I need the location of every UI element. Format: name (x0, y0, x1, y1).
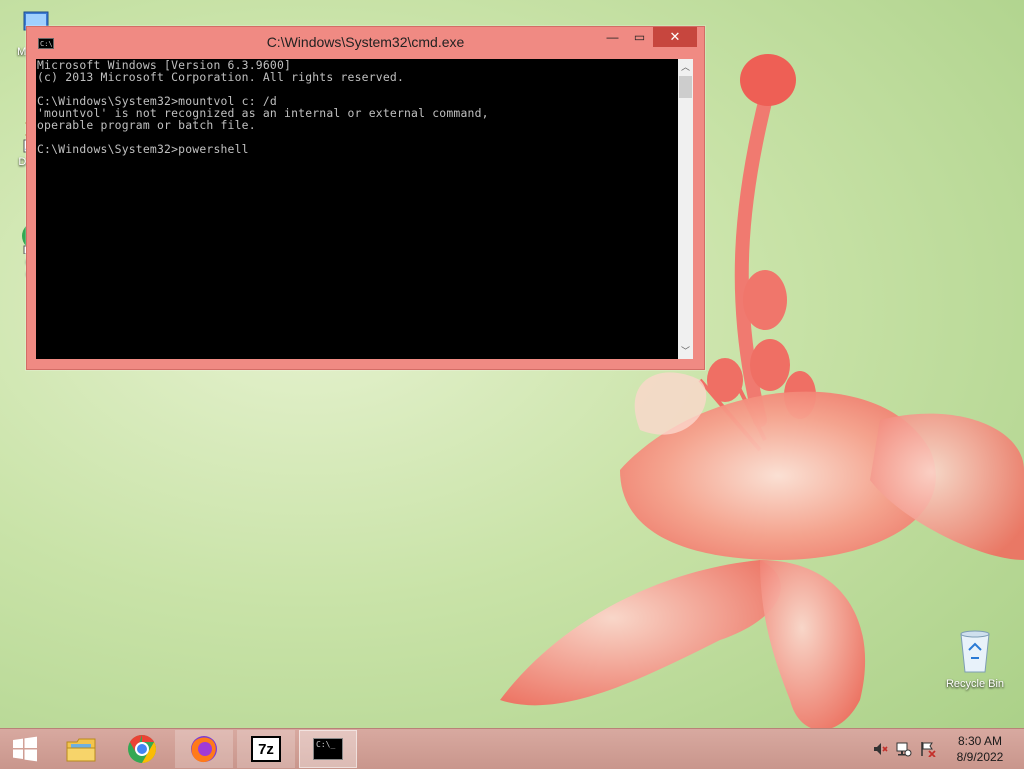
7zip-icon: 7z (251, 736, 281, 762)
cmd-window[interactable]: C:\ C:\Windows\System32\cmd.exe — ▭ ✕ Mi… (26, 26, 705, 370)
windows-logo-icon (13, 736, 37, 762)
scroll-thumb[interactable] (679, 76, 692, 98)
chrome-icon (128, 735, 156, 763)
volume-muted-icon[interactable] (872, 741, 888, 757)
close-button[interactable]: ✕ (653, 27, 697, 47)
network-icon[interactable] (896, 741, 912, 757)
folder-icon (66, 738, 96, 762)
desktop-icon-recycle-bin[interactable]: Recycle Bin (940, 628, 1010, 690)
scroll-up-icon[interactable]: ︿ (678, 59, 693, 75)
taskbar-chrome[interactable] (113, 730, 171, 768)
firefox-icon (191, 736, 217, 763)
desktop-icon-label: Recycle Bin (945, 678, 1005, 690)
recycle-bin-icon (960, 630, 990, 673)
start-button[interactable] (0, 730, 50, 768)
minimize-button[interactable]: — (599, 27, 626, 47)
maximize-button[interactable]: ▭ (626, 27, 653, 47)
clock-date: 8/9/2022 (956, 750, 1004, 764)
clock-time: 8:30 AM (957, 734, 1003, 748)
taskbar-firefox[interactable] (175, 730, 233, 768)
scroll-down-icon[interactable]: ﹀ (678, 343, 693, 359)
taskbar-cmd[interactable]: C:\_ (299, 730, 357, 768)
vertical-scrollbar[interactable]: ︿ ﹀ (678, 59, 693, 359)
taskbar-clock[interactable]: 8:30 AM 8/9/2022 (940, 733, 1020, 765)
7zip-label: 7z (258, 740, 274, 758)
action-center-flag-icon[interactable] (920, 741, 936, 757)
system-tray (872, 729, 944, 769)
console-area[interactable]: Microsoft Windows [Version 6.3.9600] (c)… (36, 59, 678, 359)
taskbar: 7z C:\_ 8:30 AM 8/9/2022 (0, 728, 1024, 769)
cmd-icon: C:\_ (313, 738, 343, 760)
taskbar-file-explorer[interactable] (52, 730, 110, 768)
console-output: Microsoft Windows [Version 6.3.9600] (c)… (37, 59, 489, 156)
taskbar-7zip[interactable]: 7z (237, 730, 295, 768)
window-titlebar[interactable]: C:\ C:\Windows\System32\cmd.exe — ▭ ✕ (27, 27, 704, 57)
